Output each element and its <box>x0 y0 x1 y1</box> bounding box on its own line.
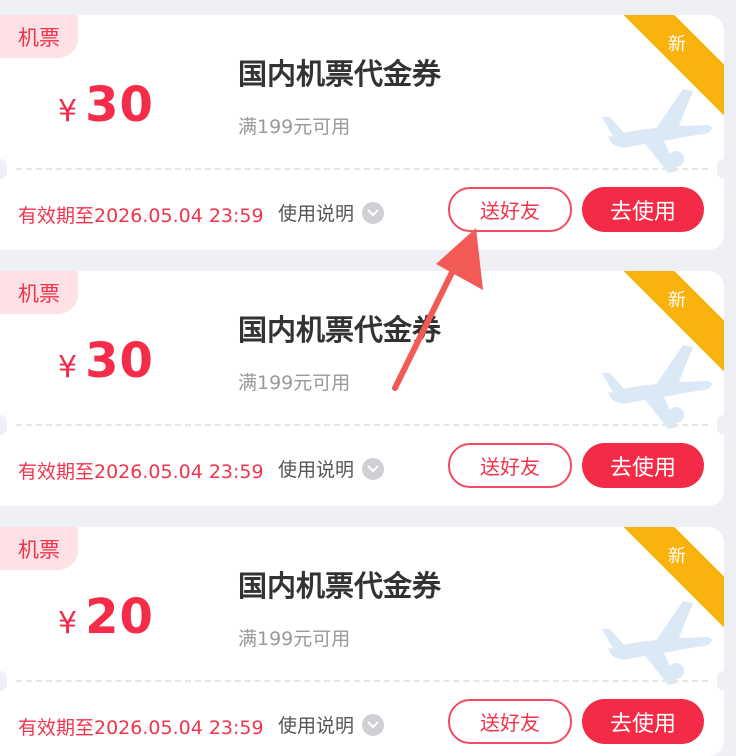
usage-instructions-link[interactable]: 使用说明 <box>278 711 385 738</box>
coupon-title: 国内机票代金券 <box>238 313 442 347</box>
currency-symbol: ¥ <box>58 94 78 129</box>
coupon-amount: 30 <box>85 77 154 133</box>
currency-symbol: ¥ <box>58 350 78 385</box>
chevron-down-icon <box>362 201 385 224</box>
category-tag: 机票 <box>0 527 78 570</box>
coupon-card: 机票 新 ¥ 20 国内机票代金券 满199元可用 有效期至2026.05.04… <box>0 527 724 756</box>
usage-instructions-link[interactable]: 使用说明 <box>278 455 385 482</box>
coupon-card: 机票 新 ¥ 30 国内机票代金券 满199元可用 有效期至2026.05.04… <box>0 15 724 250</box>
airplane-icon <box>602 345 712 429</box>
category-tag: 机票 <box>0 271 78 314</box>
airplane-icon <box>602 89 712 173</box>
send-to-friend-button[interactable]: 送好友 <box>448 443 572 488</box>
notch-right <box>717 671 724 691</box>
currency-symbol: ¥ <box>58 606 78 641</box>
notch-left <box>0 159 7 179</box>
coupon-value: ¥ 20 <box>58 589 154 645</box>
usage-instructions-label: 使用说明 <box>278 203 355 225</box>
coupon-value: ¥ 30 <box>58 77 154 133</box>
coupon-condition: 满199元可用 <box>238 628 351 650</box>
coupon-title: 国内机票代金券 <box>238 569 442 603</box>
divider <box>16 168 708 170</box>
notch-left <box>0 415 7 435</box>
usage-instructions-label: 使用说明 <box>278 459 355 481</box>
validity-text: 有效期至2026.05.04 23:59 <box>18 461 264 483</box>
chevron-down-icon <box>362 457 385 480</box>
chevron-down-icon <box>362 713 385 736</box>
coupon-condition: 满199元可用 <box>238 116 351 138</box>
coupon-card: 机票 新 ¥ 30 国内机票代金券 满199元可用 有效期至2026.05.04… <box>0 271 724 506</box>
divider <box>16 680 708 682</box>
usage-instructions-label: 使用说明 <box>278 715 355 737</box>
send-to-friend-button[interactable]: 送好友 <box>448 187 572 232</box>
send-to-friend-button[interactable]: 送好友 <box>448 699 572 744</box>
coupon-amount: 20 <box>85 589 154 645</box>
use-now-button[interactable]: 去使用 <box>582 699 704 744</box>
category-tag: 机票 <box>0 15 78 58</box>
coupon-amount: 30 <box>85 333 154 389</box>
notch-right <box>717 159 724 179</box>
usage-instructions-link[interactable]: 使用说明 <box>278 199 385 226</box>
notch-right <box>717 415 724 435</box>
divider <box>16 424 708 426</box>
coupon-title: 国内机票代金券 <box>238 57 442 91</box>
airplane-icon <box>602 601 712 685</box>
use-now-button[interactable]: 去使用 <box>582 443 704 488</box>
notch-left <box>0 671 7 691</box>
validity-text: 有效期至2026.05.04 23:59 <box>18 205 264 227</box>
coupon-value: ¥ 30 <box>58 333 154 389</box>
validity-text: 有效期至2026.05.04 23:59 <box>18 717 264 739</box>
coupon-condition: 满199元可用 <box>238 372 351 394</box>
use-now-button[interactable]: 去使用 <box>582 187 704 232</box>
